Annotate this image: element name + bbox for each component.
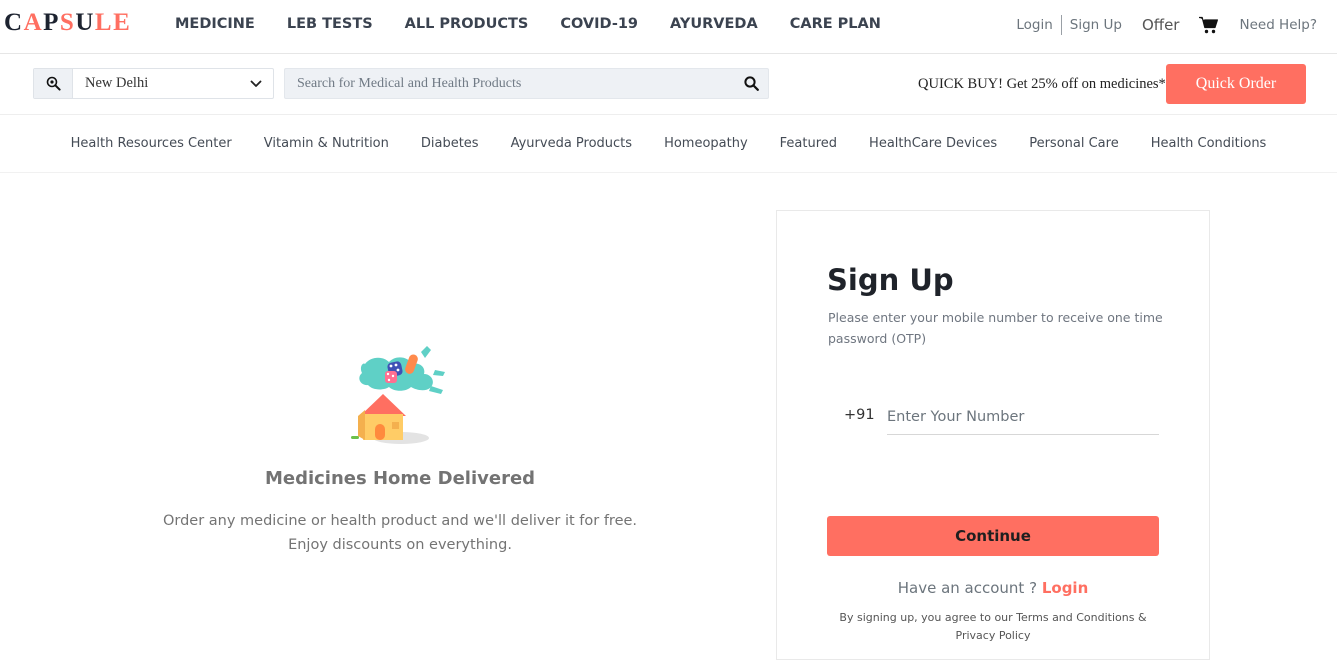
- country-code: +91: [844, 407, 875, 423]
- login-link-form[interactable]: Login: [1042, 579, 1088, 597]
- location-search-icon: [34, 69, 73, 98]
- search-bar-row: New Delhi QUICK BUY! Get 25% off on medi…: [0, 54, 1337, 115]
- logo-letter: C: [4, 9, 24, 36]
- search-input[interactable]: [285, 74, 734, 93]
- top-header: CAPSULE MEDICINE LEB TESTS ALL PRODUCTS …: [0, 0, 1337, 54]
- category-health-resources[interactable]: Health Resources Center: [71, 136, 232, 151]
- hero-subtitle-line-2: Enjoy discounts on everything.: [288, 537, 512, 553]
- shopping-cart-icon[interactable]: [1199, 16, 1219, 34]
- nav-lab-tests[interactable]: LEB TESTS: [287, 16, 373, 32]
- divider: [1060, 15, 1062, 35]
- nav-all-products[interactable]: ALL PRODUCTS: [405, 16, 529, 32]
- logo-letter: L: [94, 9, 114, 36]
- category-vitamin-nutrition[interactable]: Vitamin & Nutrition: [264, 136, 389, 151]
- signup-link[interactable]: Sign Up: [1070, 17, 1122, 33]
- category-featured[interactable]: Featured: [780, 136, 837, 151]
- delivery-promo-section: Medicines Home Delivered Order any medic…: [0, 172, 776, 654]
- quick-order-button[interactable]: Quick Order: [1166, 64, 1306, 104]
- account-links: Login Sign Up Offer Need Help?: [1016, 15, 1317, 35]
- nav-ayurveda[interactable]: AYURVEDA: [670, 16, 758, 32]
- main-nav: MEDICINE LEB TESTS ALL PRODUCTS COVID-19…: [175, 16, 913, 32]
- category-homeopathy[interactable]: Homeopathy: [664, 136, 748, 151]
- hero-title: Medicines Home Delivered: [264, 468, 536, 489]
- category-diabetes[interactable]: Diabetes: [421, 136, 479, 151]
- nav-care-plan[interactable]: CARE PLAN: [790, 16, 881, 32]
- signup-description: Please enter your mobile number to recei…: [828, 310, 1163, 346]
- signup-card: Sign Up Please enter your mobile number …: [776, 210, 1210, 660]
- capsule-logo[interactable]: CAPSULE: [4, 9, 131, 37]
- need-help-link[interactable]: Need Help?: [1239, 17, 1317, 33]
- category-healthcare-devices[interactable]: HealthCare Devices: [869, 136, 997, 151]
- selected-city: New Delhi: [85, 75, 149, 91]
- logo-letter: S: [59, 9, 76, 36]
- phone-number-input[interactable]: [887, 399, 1159, 435]
- offer-link[interactable]: Offer: [1142, 16, 1180, 34]
- product-search: [284, 68, 769, 99]
- category-nav: Health Resources Center Vitamin & Nutrit…: [0, 115, 1337, 173]
- signup-title: Sign Up: [827, 263, 954, 297]
- chevron-down-icon[interactable]: [239, 80, 273, 88]
- logo-letter: A: [23, 9, 44, 36]
- logo-letter: E: [113, 9, 132, 36]
- logo-letter: U: [75, 9, 95, 36]
- hero-subtitle-line-1: Order any medicine or health product and…: [162, 513, 638, 529]
- login-link[interactable]: Login: [1016, 17, 1052, 33]
- have-account-text: Have an account ? Login: [777, 579, 1209, 597]
- logo-letter: P: [43, 9, 60, 36]
- category-health-conditions[interactable]: Health Conditions: [1151, 136, 1267, 151]
- home-delivery-illustration: [343, 342, 453, 448]
- category-ayurveda-products[interactable]: Ayurveda Products: [511, 136, 632, 151]
- nav-medicine[interactable]: MEDICINE: [175, 16, 255, 32]
- have-account-label: Have an account ?: [897, 579, 1038, 597]
- promo-text: QUICK BUY! Get 25% off on medicines*: [918, 76, 1166, 92]
- terms-text: By signing up, you agree to our Terms an…: [839, 611, 1147, 642]
- search-icon[interactable]: [734, 76, 768, 91]
- location-selector[interactable]: New Delhi: [33, 68, 274, 99]
- nav-covid-19[interactable]: COVID-19: [560, 16, 638, 32]
- continue-button[interactable]: Continue: [827, 516, 1159, 556]
- category-personal-care[interactable]: Personal Care: [1029, 136, 1119, 151]
